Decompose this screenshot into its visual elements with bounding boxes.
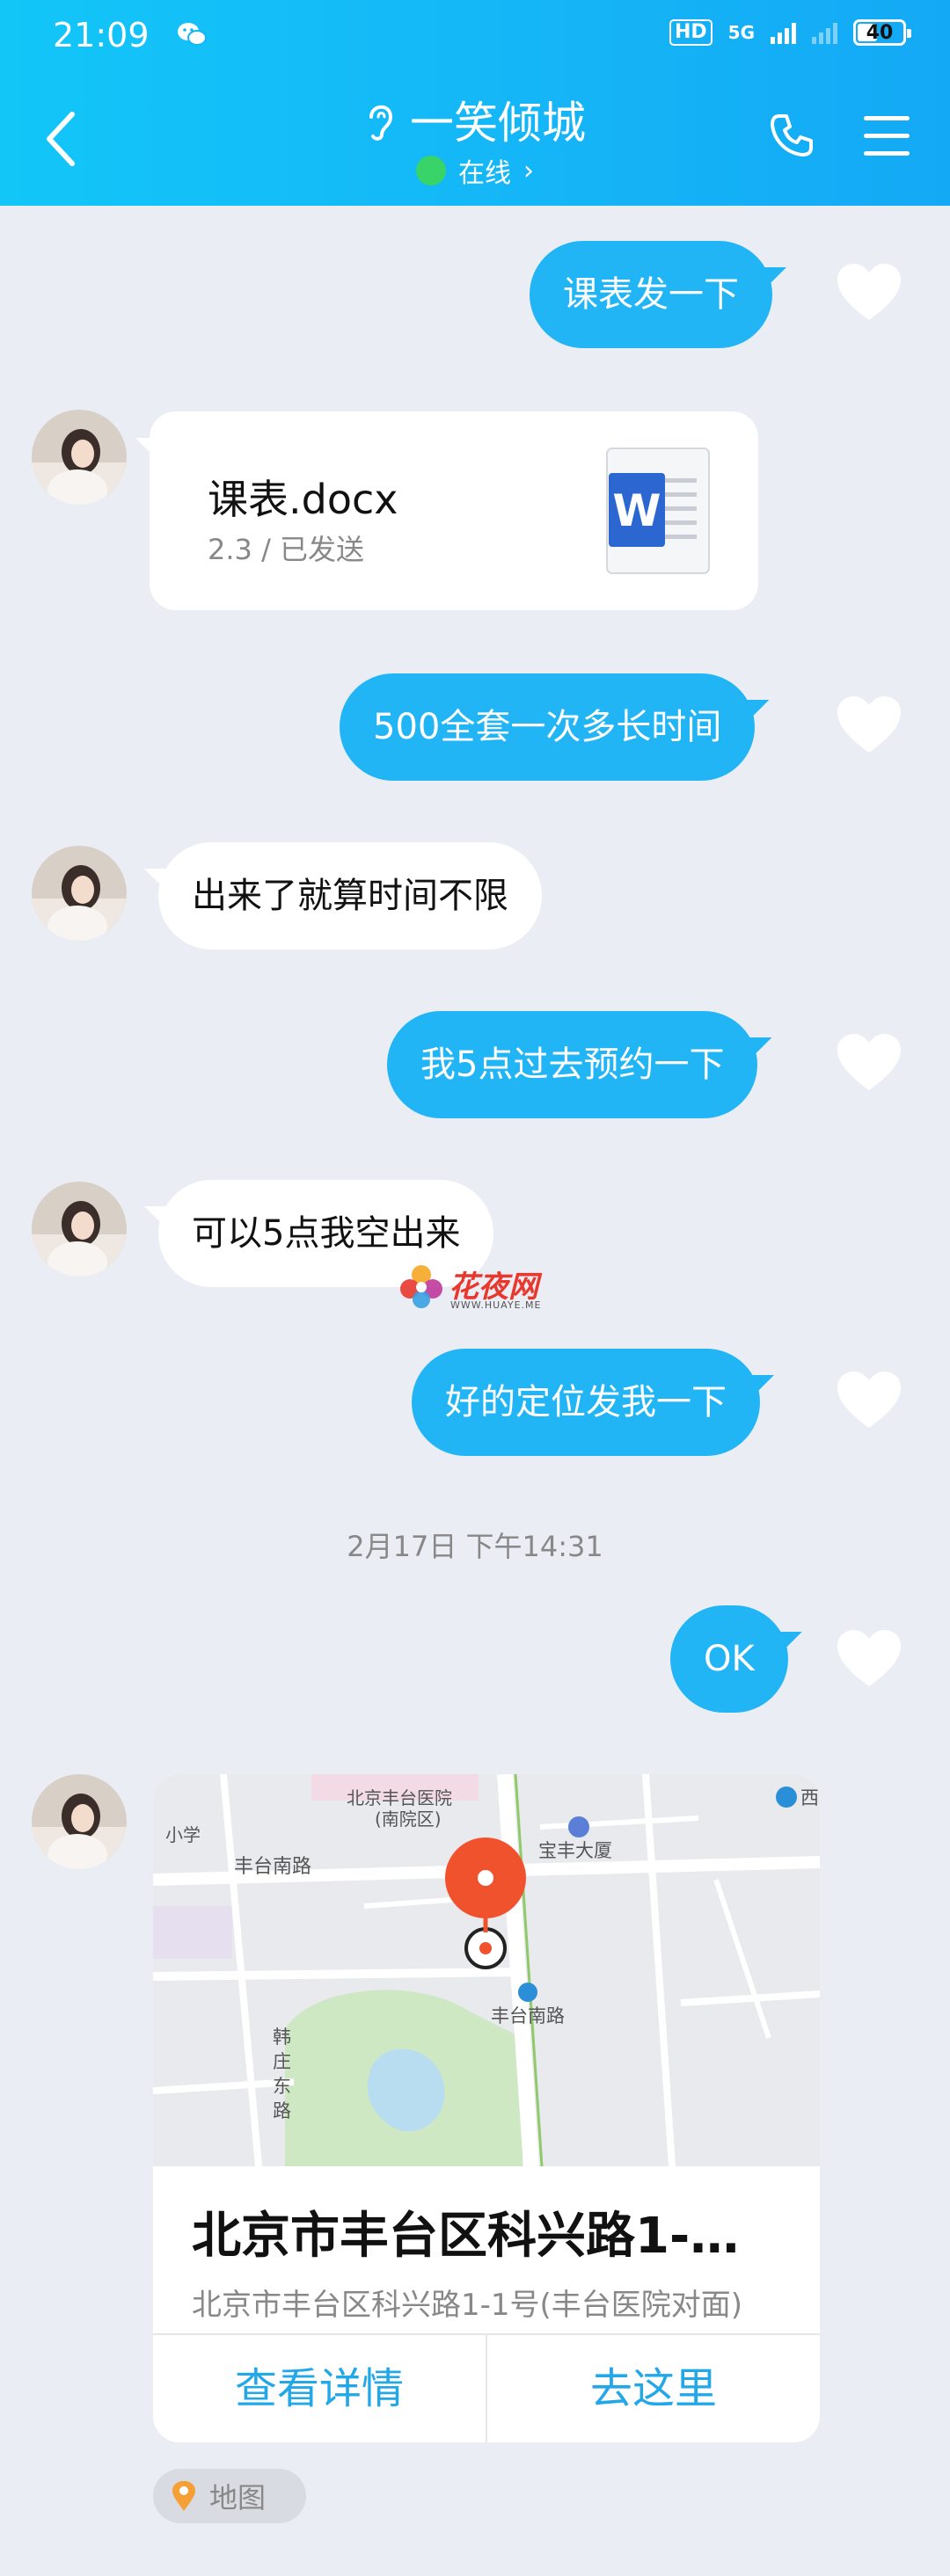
heart-icon[interactable]: [836, 1628, 902, 1690]
map-label-road: 丰台南路: [234, 1856, 311, 1878]
chat-header: 21:09 HD 5G 40 一笑倾城 在线 ›: [0, 0, 950, 206]
file-name: 课表.docx: [208, 476, 398, 523]
online-dot-icon: [416, 156, 446, 186]
message-bubble-sent[interactable]: 好的定位发我一下: [412, 1349, 760, 1456]
watermark-url: WWW.HUAYE.ME: [450, 1299, 542, 1311]
view-details-button[interactable]: 查看详情: [153, 2335, 486, 2442]
avatar[interactable]: [32, 410, 127, 505]
avatar[interactable]: [32, 1774, 127, 1869]
map-tag-label: 地图: [209, 2481, 267, 2514]
svg-text:W: W: [612, 485, 661, 536]
map-tag[interactable]: 地图: [153, 2469, 306, 2523]
map-label-west: 西: [800, 1787, 819, 1808]
timestamp: 2月17日 下午14:31: [347, 1530, 603, 1563]
watermark-logo-icon: [400, 1265, 442, 1308]
map-label-hospital-sub: (南院区): [375, 1808, 442, 1830]
message-bubble-sent[interactable]: 课表发一下: [530, 241, 772, 348]
map-preview[interactable]: 北京丰台医院 (南院区) 小学 丰台南路 宝丰大厦 丰台南路 韩庄东路 西: [153, 1774, 820, 2166]
ear-icon: [369, 105, 393, 141]
online-status-text: 在线: [458, 158, 511, 189]
word-doc-icon: W: [606, 448, 710, 574]
map-pin-icon: [172, 2481, 195, 2511]
network-indicator: 5G: [727, 22, 755, 43]
battery-icon: 40: [853, 19, 911, 46]
wechat-notification-icon: [178, 23, 207, 46]
message-bubble-received[interactable]: 出来了就算时间不限: [158, 842, 542, 950]
map-label-building: 宝丰大厦: [538, 1840, 612, 1861]
message-bubble-sent[interactable]: OK: [670, 1605, 788, 1713]
message-bubble-sent[interactable]: 500全套一次多长时间: [340, 673, 756, 781]
avatar[interactable]: [32, 1182, 127, 1277]
file-message-card[interactable]: 课表.docx 2.3 / 已发送 W: [150, 411, 758, 610]
chevron-right-icon: ›: [523, 155, 534, 186]
avatar[interactable]: [32, 846, 127, 941]
heart-icon[interactable]: [836, 1370, 902, 1431]
file-meta: 2.3 / 已发送: [208, 533, 365, 566]
contact-name: 一笑倾城: [410, 98, 586, 149]
navigate-here-button[interactable]: 去这里: [487, 2335, 820, 2442]
message-bubble-sent[interactable]: 我5点过去预约一下: [387, 1011, 758, 1118]
signal-icon: [771, 21, 796, 44]
location-message-card[interactable]: 北京丰台医院 (南院区) 小学 丰台南路 宝丰大厦 丰台南路 韩庄东路 西 北京…: [153, 1774, 820, 2442]
status-indicators: HD 5G 40: [669, 19, 911, 46]
signal-icon-2: [812, 21, 837, 44]
heart-icon[interactable]: [836, 262, 902, 324]
heart-icon[interactable]: [836, 695, 902, 756]
map-label-hospital: 北京丰台医院: [347, 1787, 452, 1808]
status-time: 21:09: [53, 16, 150, 55]
location-address: 北京市丰台区科兴路1-1号(丰台医院对面): [192, 2288, 743, 2323]
map-label-station: 丰台南路: [491, 2005, 565, 2027]
location-title: 北京市丰台区科兴路1-…: [192, 2208, 740, 2265]
heart-icon[interactable]: [836, 1032, 902, 1094]
phone-call-button[interactable]: [767, 111, 816, 160]
watermark: 花夜网 WWW.HUAYE.ME: [398, 1263, 556, 1313]
menu-button[interactable]: [862, 113, 911, 158]
battery-level: 40: [866, 21, 894, 44]
map-label-school: 小学: [165, 1824, 201, 1845]
hd-indicator: HD: [669, 19, 712, 46]
